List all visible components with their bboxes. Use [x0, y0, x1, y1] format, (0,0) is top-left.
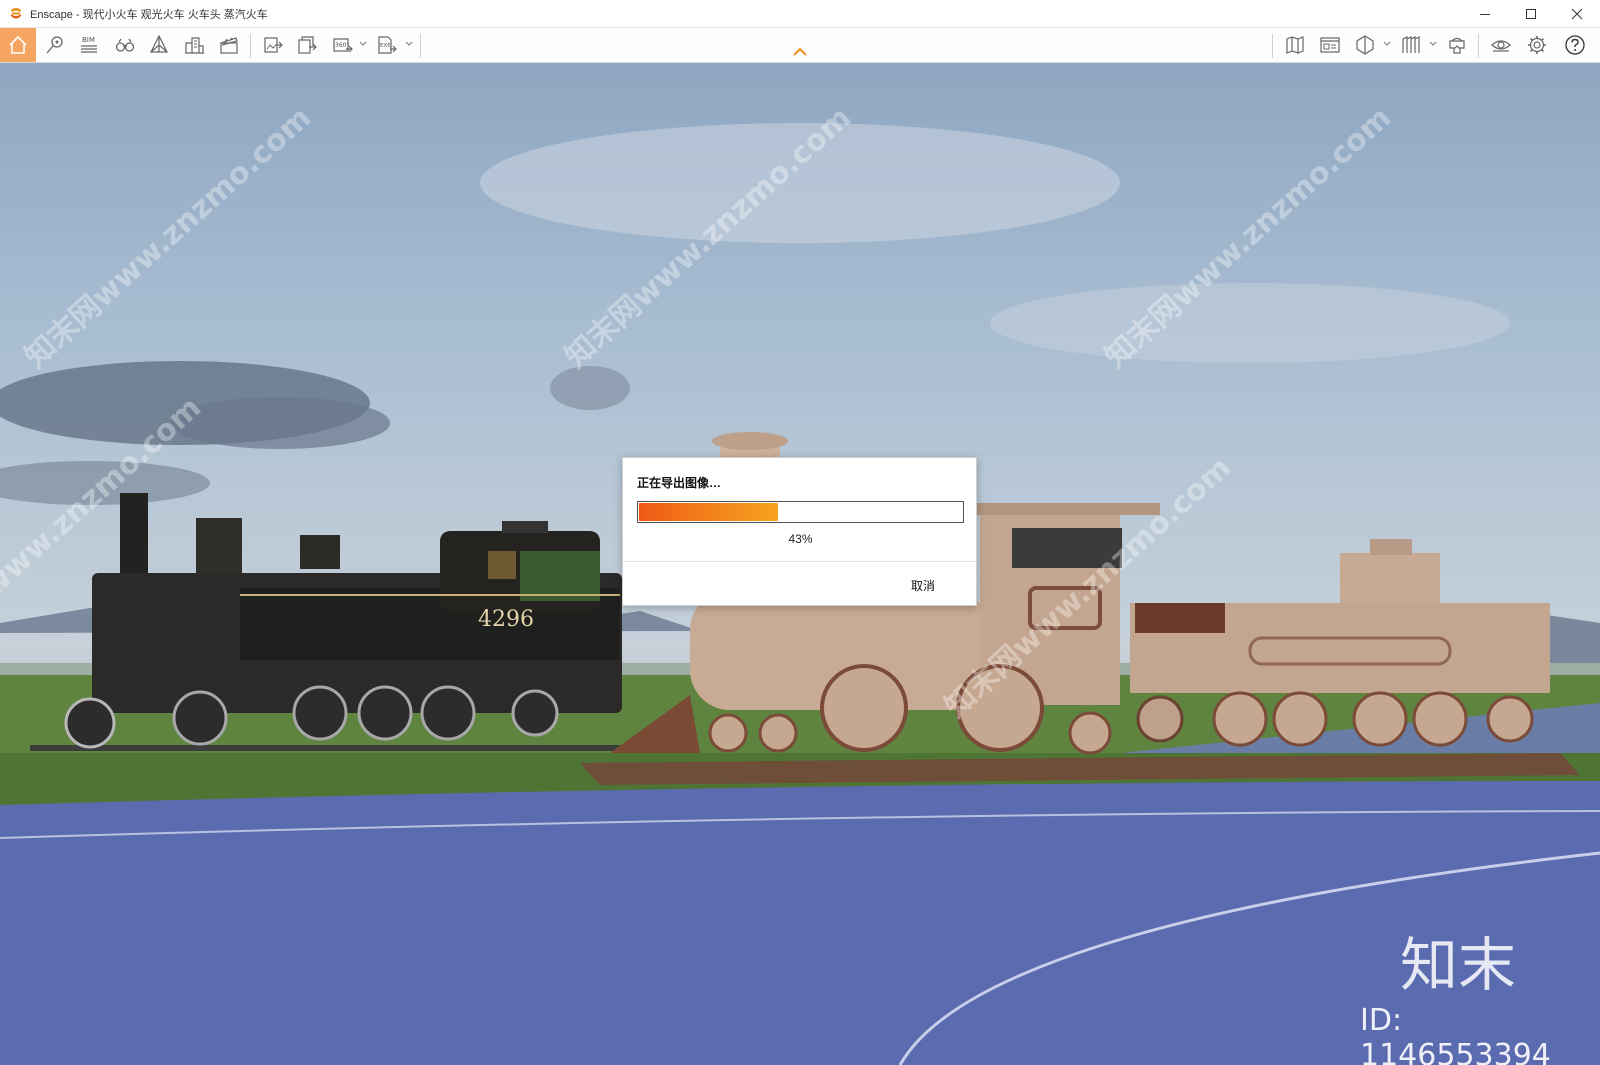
material-button[interactable] [1396, 32, 1426, 58]
minimize-icon [1480, 14, 1490, 15]
settings-icon [1528, 36, 1546, 54]
chevron-down-icon[interactable] [1429, 40, 1437, 48]
bim-label: BIM [82, 36, 95, 44]
bim-button[interactable]: BIM [74, 32, 104, 58]
perspective-button[interactable] [144, 32, 174, 58]
visual-settings-icon [1491, 40, 1511, 52]
progress-bar-fill [639, 503, 778, 521]
toolbar: BIM 360° EXE [0, 28, 1600, 63]
enscape-logo-icon [11, 7, 21, 18]
toolbar-separator [420, 34, 421, 58]
export-batch-icon [298, 36, 317, 54]
export-progress-dialog: 正在导出图像… 43% 取消 [622, 457, 977, 606]
map-button[interactable] [1280, 32, 1310, 58]
locomotive-number: 4296 [478, 607, 534, 632]
export-batch-button[interactable] [292, 32, 322, 58]
export-image-icon [264, 37, 283, 53]
help-button[interactable] [1560, 32, 1590, 58]
chevron-down-icon[interactable] [359, 40, 367, 48]
window-title: Enscape - 现代小火车 观光火车 火车头 蒸汽火车 [30, 8, 268, 21]
material-icon [1402, 36, 1420, 53]
maximize-icon [1526, 9, 1536, 19]
progress-bar [637, 501, 964, 523]
dialog-title: 正在导出图像… [637, 476, 722, 490]
black-steam-locomotive: 4296 [64, 493, 622, 749]
binoculars-icon [115, 38, 135, 52]
location-pin-button[interactable] [40, 32, 70, 58]
watermark-brand: 知末 [1400, 931, 1517, 999]
exe-label: EXE [380, 43, 391, 49]
export-exe-icon: EXE [378, 36, 397, 54]
buildings-button[interactable] [179, 32, 209, 58]
export-panorama-button[interactable]: 360° [328, 32, 358, 58]
progress-percent: 43% [788, 532, 813, 546]
home-button[interactable] [0, 28, 36, 62]
section-icon [1356, 35, 1374, 55]
export-panorama-icon: 360° [333, 38, 353, 53]
vr-headset-icon [1449, 37, 1465, 54]
asset-library-icon [1320, 37, 1340, 53]
visual-settings-button[interactable] [1486, 32, 1516, 58]
watermark-id: ID: 1146553394 [1360, 1003, 1551, 1065]
chevron-down-icon[interactable] [1383, 40, 1391, 48]
help-icon [1565, 35, 1585, 55]
settings-button[interactable] [1522, 32, 1552, 58]
dialog-divider [623, 561, 976, 562]
perspective-icon [150, 34, 168, 53]
collapse-toolbar-icon[interactable] [792, 47, 808, 57]
clapper-icon [220, 37, 238, 54]
asset-library-button[interactable] [1315, 32, 1345, 58]
cancel-button[interactable]: 取消 [911, 577, 935, 594]
chevron-down-icon[interactable] [405, 40, 413, 48]
location-pin-icon [46, 36, 63, 54]
clapper-button[interactable] [214, 32, 244, 58]
home-icon [9, 35, 27, 54]
toolbar-separator [1478, 34, 1479, 58]
map-icon [1286, 36, 1304, 54]
buildings-icon [185, 37, 204, 54]
minimize-button[interactable] [1462, 0, 1508, 28]
panorama-label: 360° [335, 42, 349, 49]
bim-icon: BIM [81, 36, 97, 53]
export-exe-button[interactable]: EXE [372, 32, 402, 58]
export-image-button[interactable] [258, 32, 288, 58]
close-icon [1571, 8, 1583, 20]
close-button[interactable] [1554, 0, 1600, 28]
section-button[interactable] [1350, 32, 1380, 58]
binoculars-button[interactable] [110, 32, 140, 58]
maximize-button[interactable] [1508, 0, 1554, 28]
toolbar-separator [250, 34, 251, 58]
toolbar-separator [1272, 34, 1273, 58]
title-bar: Enscape - 现代小火车 观光火车 火车头 蒸汽火车 [0, 0, 1600, 28]
vr-headset-button[interactable] [1442, 32, 1472, 58]
